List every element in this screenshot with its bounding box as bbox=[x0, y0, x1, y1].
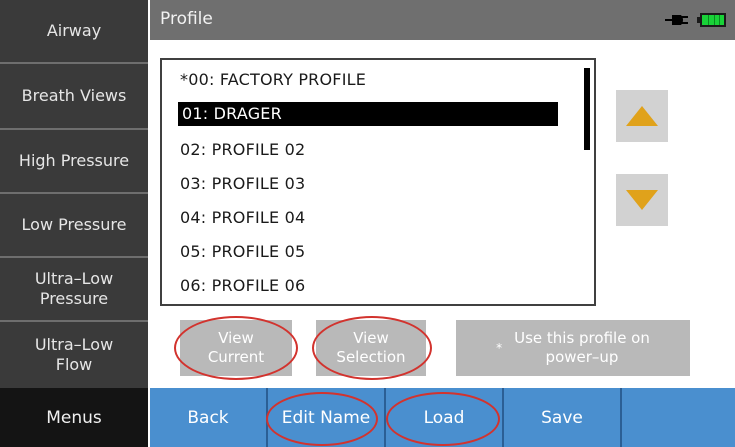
asterisk-marker: * bbox=[496, 340, 503, 355]
profile-screen: Airway Breath Views High Pressure Low Pr… bbox=[0, 0, 735, 447]
use-on-powerup-label: Use this profile on bbox=[514, 329, 650, 347]
list-item-selected[interactable]: 01: DRAGER bbox=[178, 102, 558, 126]
list-item[interactable]: 05: PROFILE 05 bbox=[180, 242, 305, 261]
sidebar-item-ultra-low-flow[interactable]: Ultra–Low Flow bbox=[0, 322, 148, 388]
list-item[interactable]: 02: PROFILE 02 bbox=[180, 140, 305, 159]
sidebar-item-label: Low Pressure bbox=[21, 215, 127, 234]
use-on-powerup-label-group: Use this profile on power–up bbox=[514, 329, 650, 367]
load-button[interactable]: Load bbox=[386, 388, 502, 447]
save-label: Save bbox=[541, 407, 583, 428]
edit-name-label: Edit Name bbox=[281, 407, 371, 428]
load-label: Load bbox=[423, 407, 465, 428]
edit-name-button[interactable]: Edit Name bbox=[268, 388, 384, 447]
blank-softkey[interactable] bbox=[622, 388, 735, 447]
list-item[interactable]: 04: PROFILE 04 bbox=[180, 208, 305, 227]
sidebar-item-label: Pressure bbox=[39, 289, 109, 308]
sidebar-item-label: Ultra–Low bbox=[34, 269, 114, 288]
sidebar-item-ultra-low-pressure[interactable]: Ultra–Low Pressure bbox=[0, 258, 148, 322]
list-item[interactable]: *00: FACTORY PROFILE bbox=[180, 70, 366, 89]
sidebar-item-label: Airway bbox=[46, 21, 102, 40]
sidebar-item-label: Breath Views bbox=[21, 86, 127, 105]
sidebar-item-label: High Pressure bbox=[18, 151, 130, 170]
list-item[interactable]: 06: PROFILE 06 bbox=[180, 276, 305, 295]
back-label: Back bbox=[187, 407, 229, 428]
use-on-powerup-label: power–up bbox=[545, 348, 619, 366]
scroll-down-button[interactable] bbox=[616, 174, 668, 226]
use-on-powerup-button[interactable]: * Use this profile on power–up bbox=[456, 320, 690, 376]
sidebar-item-low-pressure[interactable]: Low Pressure bbox=[0, 194, 148, 258]
view-current-label: Current bbox=[207, 348, 265, 366]
sidebar-item-label: Flow bbox=[55, 355, 93, 374]
sidebar-item-label: Ultra–Low bbox=[34, 335, 114, 354]
scrollbar[interactable] bbox=[584, 68, 590, 150]
battery-icon bbox=[697, 13, 726, 27]
softkey-bar: Back Edit Name Load Save bbox=[150, 388, 735, 447]
view-selection-label: View bbox=[353, 329, 389, 347]
save-button[interactable]: Save bbox=[504, 388, 620, 447]
page-title: Profile bbox=[160, 9, 213, 29]
scroll-up-button[interactable] bbox=[616, 90, 668, 142]
sidebar: Airway Breath Views High Pressure Low Pr… bbox=[0, 0, 148, 388]
arrow-up-icon bbox=[626, 106, 658, 126]
main-panel: *00: FACTORY PROFILE 01: DRAGER 02: PROF… bbox=[150, 40, 735, 388]
view-selection-button[interactable]: View Selection bbox=[316, 320, 426, 376]
menus-label: Menus bbox=[46, 407, 102, 428]
menus-button[interactable]: Menus bbox=[0, 388, 148, 447]
profile-list[interactable]: *00: FACTORY PROFILE 01: DRAGER 02: PROF… bbox=[160, 58, 596, 306]
list-item[interactable]: 03: PROFILE 03 bbox=[180, 174, 305, 193]
plug-icon bbox=[665, 15, 688, 25]
sidebar-item-high-pressure[interactable]: High Pressure bbox=[0, 130, 148, 194]
back-button[interactable]: Back bbox=[150, 388, 266, 447]
header-bar: Profile bbox=[150, 0, 735, 40]
view-current-label: View bbox=[218, 329, 254, 347]
sidebar-item-airway[interactable]: Airway bbox=[0, 0, 148, 64]
view-current-button[interactable]: View Current bbox=[180, 320, 292, 376]
sidebar-item-breath-views[interactable]: Breath Views bbox=[0, 64, 148, 130]
view-selection-label: Selection bbox=[336, 348, 406, 366]
arrow-down-icon bbox=[626, 190, 658, 210]
